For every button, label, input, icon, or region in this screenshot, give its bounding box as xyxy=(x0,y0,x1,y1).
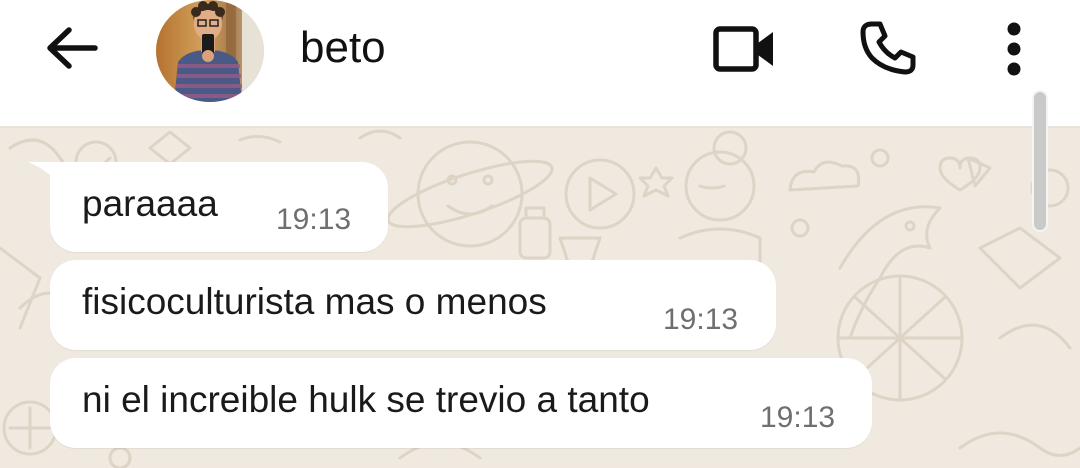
phone-icon xyxy=(860,21,916,75)
more-options-button[interactable] xyxy=(990,16,1038,82)
message-bubble[interactable]: ni el increible hulk se trevio a tanto 1… xyxy=(50,358,872,448)
message-text: paraaaa xyxy=(82,183,218,224)
message-text: fisicoculturista mas o menos xyxy=(82,281,547,322)
arrow-left-icon xyxy=(47,27,98,69)
message-bubble[interactable]: paraaaa 19:13 xyxy=(50,162,388,252)
message-time: 19:13 xyxy=(760,401,836,434)
message-list[interactable]: paraaaa 19:13 fisicoculturista mas o men… xyxy=(0,128,1080,468)
message-time: 19:13 xyxy=(276,203,352,236)
chat-screen: beto paraaaa 19:13 fisicoculturista mas … xyxy=(0,0,1080,468)
scrollbar[interactable] xyxy=(1032,90,1048,232)
avatar[interactable] xyxy=(156,0,264,102)
video-camera-icon xyxy=(713,26,773,72)
contact-photo xyxy=(156,0,264,102)
chat-header: beto xyxy=(0,0,1080,128)
message-text: ni el increible hulk se trevio a tanto xyxy=(82,379,650,420)
back-button[interactable] xyxy=(40,20,104,76)
video-call-button[interactable] xyxy=(708,18,782,80)
contact-name[interactable]: beto xyxy=(300,20,386,76)
more-vertical-icon xyxy=(1007,22,1021,76)
message-time: 19:13 xyxy=(663,303,739,336)
message-bubble[interactable]: fisicoculturista mas o menos 19:13 xyxy=(50,260,776,350)
voice-call-button[interactable] xyxy=(854,14,922,82)
